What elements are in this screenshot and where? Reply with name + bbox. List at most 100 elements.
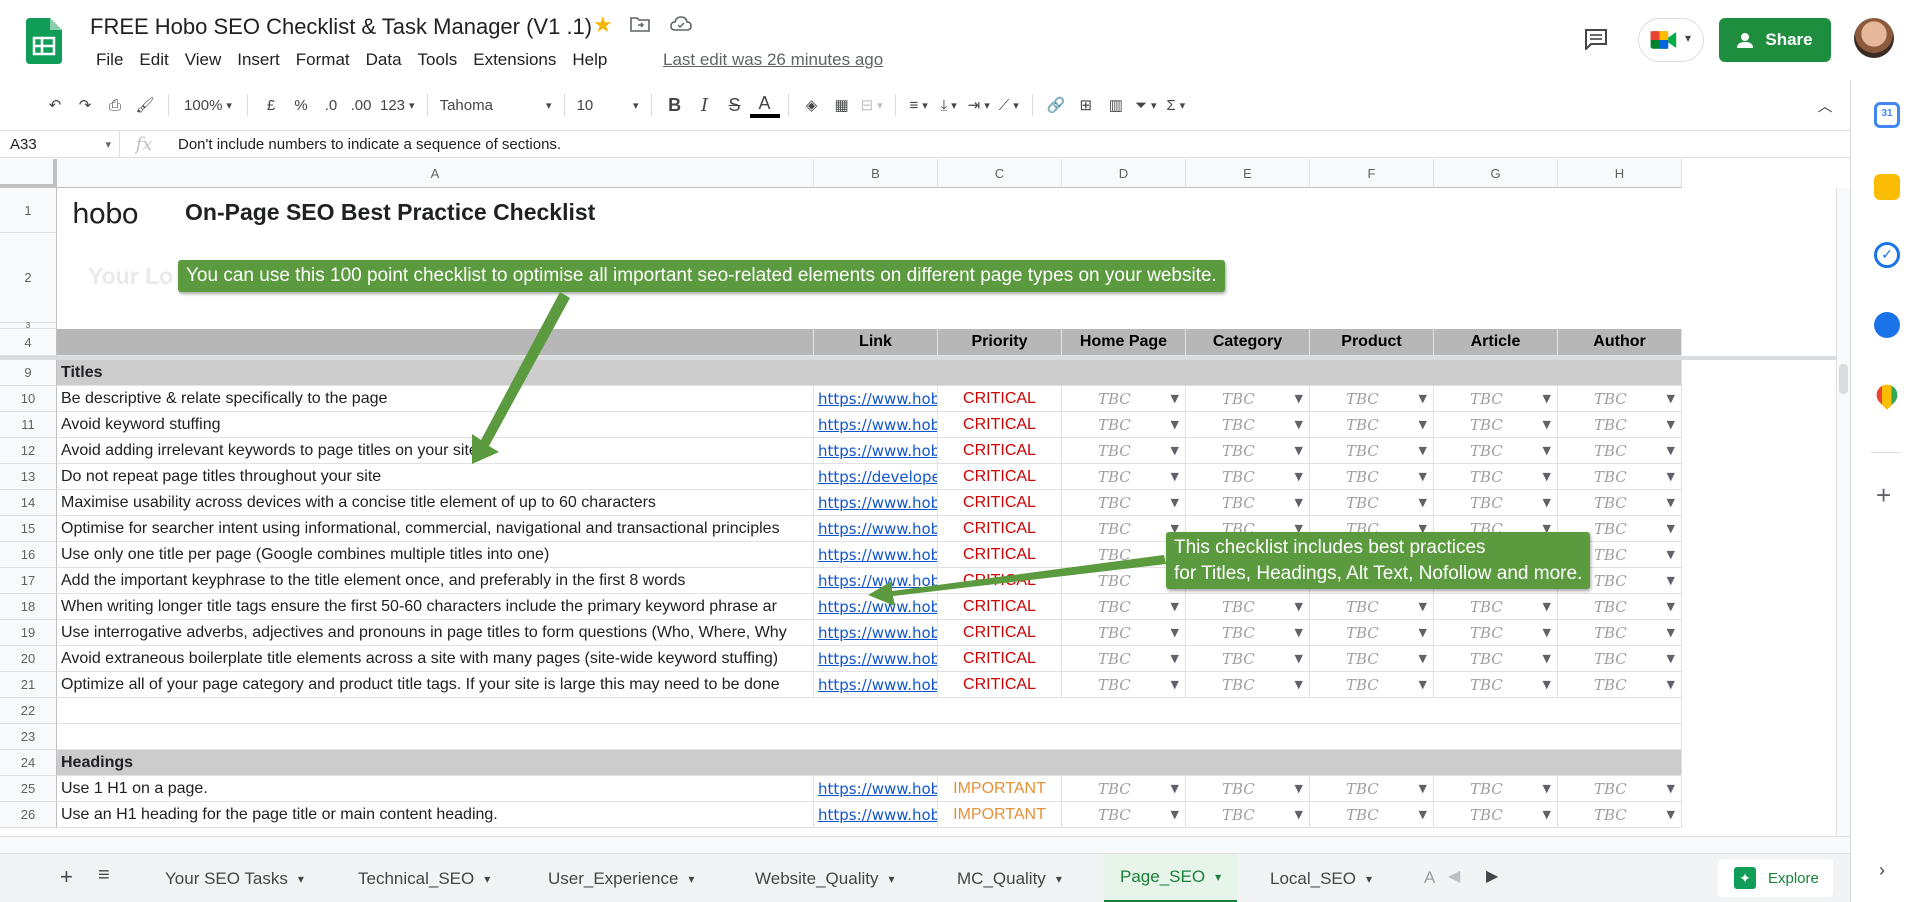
- menu-format[interactable]: Format: [288, 50, 358, 70]
- font-size-select[interactable]: 10: [573, 90, 643, 120]
- dropdown-arrow-icon[interactable]: ▼: [1667, 444, 1675, 457]
- link-cell[interactable]: https://www.hob: [814, 386, 938, 412]
- task-text-cell[interactable]: Add the important keyphrase to the title…: [57, 568, 814, 594]
- dropdown-arrow-icon[interactable]: ▼: [1295, 496, 1303, 509]
- status-dropdown[interactable]: TBC ▼: [1186, 776, 1310, 802]
- status-dropdown[interactable]: TBC ▼: [1434, 646, 1558, 672]
- status-dropdown[interactable]: TBC ▼: [1062, 620, 1186, 646]
- status-dropdown[interactable]: TBC ▼: [1558, 620, 1682, 646]
- dropdown-arrow-icon[interactable]: ▼: [1667, 522, 1675, 535]
- dropdown-arrow-icon[interactable]: ▼: [1419, 418, 1427, 431]
- tab-truncated[interactable]: A: [1424, 868, 1435, 888]
- share-button[interactable]: Share: [1719, 18, 1831, 62]
- dropdown-arrow-icon[interactable]: ▼: [1295, 652, 1303, 665]
- row-header[interactable]: 18: [0, 594, 57, 620]
- dropdown-arrow-icon[interactable]: ▼: [1419, 678, 1427, 691]
- document-title[interactable]: FREE Hobo SEO Checklist & Task Manager (…: [90, 14, 592, 40]
- status-dropdown[interactable]: TBC ▼: [1186, 386, 1310, 412]
- task-text-cell[interactable]: Do not repeat page titles throughout you…: [57, 464, 814, 490]
- dropdown-arrow-icon[interactable]: ▼: [1295, 392, 1303, 405]
- menu-edit[interactable]: Edit: [131, 50, 176, 70]
- dropdown-arrow-icon[interactable]: ▼: [1171, 652, 1179, 665]
- dropdown-arrow-icon[interactable]: ▼: [1295, 470, 1303, 483]
- status-dropdown[interactable]: TBC ▼: [1310, 646, 1434, 672]
- status-dropdown[interactable]: TBC ▼: [1434, 620, 1558, 646]
- task-text-cell[interactable]: Use only one title per page (Google comb…: [57, 542, 814, 568]
- dropdown-arrow-icon[interactable]: ▼: [1667, 782, 1675, 795]
- column-header-f[interactable]: F: [1310, 159, 1434, 188]
- priority-cell[interactable]: IMPORTANT: [938, 802, 1062, 828]
- status-dropdown[interactable]: TBC ▼: [1558, 672, 1682, 698]
- dropdown-arrow-icon[interactable]: ▼: [1419, 808, 1427, 821]
- status-dropdown[interactable]: TBC ▼: [1310, 438, 1434, 464]
- calendar-icon[interactable]: 31: [1874, 102, 1900, 128]
- dropdown-arrow-icon[interactable]: ▼: [1543, 470, 1551, 483]
- section-titles[interactable]: Titles: [57, 360, 1682, 386]
- dropdown-arrow-icon[interactable]: ▼: [1419, 626, 1427, 639]
- dropdown-arrow-icon[interactable]: ▼: [1543, 678, 1551, 691]
- row-header[interactable]: 15: [0, 516, 57, 542]
- dropdown-arrow-icon[interactable]: ▼: [1667, 600, 1675, 613]
- status-dropdown[interactable]: TBC ▼: [1558, 802, 1682, 828]
- row-header[interactable]: 9: [0, 360, 57, 386]
- status-dropdown[interactable]: TBC ▼: [1558, 490, 1682, 516]
- row-header[interactable]: 1: [0, 188, 57, 233]
- italic-button[interactable]: I: [690, 90, 720, 120]
- dropdown-arrow-icon[interactable]: ▼: [1419, 444, 1427, 457]
- link-cell[interactable]: https://www.hob: [814, 620, 938, 646]
- row-header[interactable]: 13: [0, 464, 57, 490]
- status-dropdown[interactable]: TBC ▼: [1434, 386, 1558, 412]
- vertical-scrollbar-track[interactable]: [1836, 188, 1850, 836]
- collapse-toolbar-icon[interactable]: ︿: [1810, 90, 1840, 120]
- dropdown-arrow-icon[interactable]: ▼: [1667, 470, 1675, 483]
- dropdown-arrow-icon[interactable]: ▼: [1171, 782, 1179, 795]
- tab-website-quality[interactable]: Website_Quality: [755, 854, 895, 902]
- meet-button[interactable]: ▾: [1638, 18, 1704, 62]
- star-icon[interactable]: ★: [593, 12, 613, 38]
- horizontal-scrollbar[interactable]: [0, 836, 1850, 852]
- priority-cell[interactable]: CRITICAL: [938, 464, 1062, 490]
- priority-cell[interactable]: CRITICAL: [938, 568, 1062, 594]
- dropdown-arrow-icon[interactable]: ▼: [1543, 392, 1551, 405]
- add-sheet-icon[interactable]: +: [60, 864, 73, 890]
- dropdown-arrow-icon[interactable]: ▼: [1171, 444, 1179, 457]
- tab-page-seo[interactable]: Page_SEO: [1104, 854, 1238, 902]
- dropdown-arrow-icon[interactable]: ▼: [1543, 808, 1551, 821]
- dropdown-arrow-icon[interactable]: ▼: [1419, 600, 1427, 613]
- priority-cell[interactable]: IMPORTANT: [938, 776, 1062, 802]
- paint-format-icon[interactable]: 🖌: [130, 90, 160, 120]
- link-cell[interactable]: https://www.hob: [814, 516, 938, 542]
- link-cell[interactable]: https://www.hob: [814, 672, 938, 698]
- dropdown-arrow-icon[interactable]: ▼: [1667, 392, 1675, 405]
- zoom-select[interactable]: 100%: [177, 90, 239, 120]
- status-dropdown[interactable]: TBC ▼: [1434, 802, 1558, 828]
- task-text-cell[interactable]: When writing longer title tags ensure th…: [57, 594, 814, 620]
- functions-icon[interactable]: Σ: [1161, 90, 1191, 120]
- link-cell[interactable]: https://www.hob: [814, 438, 938, 464]
- row-header[interactable]: 16: [0, 542, 57, 568]
- tab-mc-quality[interactable]: MC_Quality: [957, 854, 1062, 902]
- status-dropdown[interactable]: TBC ▼: [1558, 646, 1682, 672]
- tab-your-seo-tasks[interactable]: Your SEO Tasks: [165, 854, 304, 902]
- priority-cell[interactable]: CRITICAL: [938, 594, 1062, 620]
- dropdown-arrow-icon[interactable]: ▼: [1171, 418, 1179, 431]
- status-dropdown[interactable]: TBC ▼: [1186, 594, 1310, 620]
- keep-icon[interactable]: [1874, 174, 1900, 200]
- formula-input[interactable]: Don't include numbers to indicate a sequ…: [168, 136, 561, 153]
- currency-format-button[interactable]: £: [256, 90, 286, 120]
- task-text-cell[interactable]: Avoid adding irrelevant keywords to page…: [57, 438, 814, 464]
- filter-icon[interactable]: ⏷: [1131, 90, 1161, 120]
- task-text-cell[interactable]: Use an H1 heading for the page title or …: [57, 802, 814, 828]
- status-dropdown[interactable]: TBC ▼: [1310, 672, 1434, 698]
- avatar[interactable]: [1854, 18, 1894, 58]
- status-dropdown[interactable]: TBC ▼: [1310, 490, 1434, 516]
- task-text-cell[interactable]: Avoid extraneous boilerplate title eleme…: [57, 646, 814, 672]
- dropdown-arrow-icon[interactable]: ▼: [1667, 548, 1675, 561]
- section-headings[interactable]: Headings: [57, 750, 1682, 776]
- dropdown-arrow-icon[interactable]: ▼: [1667, 418, 1675, 431]
- font-family-select[interactable]: Tahoma: [436, 90, 556, 120]
- status-dropdown[interactable]: TBC ▼: [1310, 594, 1434, 620]
- dropdown-arrow-icon[interactable]: ▼: [1543, 652, 1551, 665]
- task-text-cell[interactable]: Avoid keyword stuffing: [57, 412, 814, 438]
- status-dropdown[interactable]: TBC ▼: [1434, 594, 1558, 620]
